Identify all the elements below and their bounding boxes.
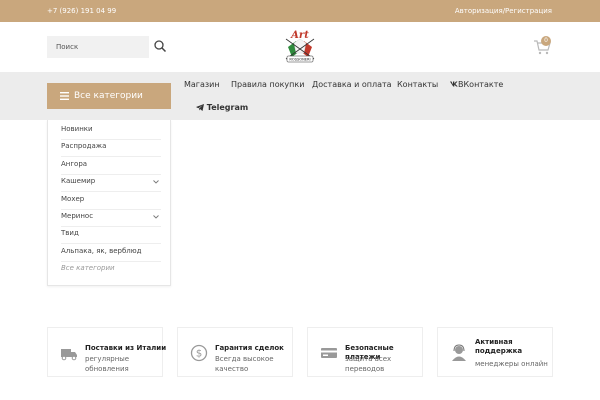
nav-link-delivery[interactable]: Доставка и оплата: [312, 80, 392, 89]
feature-active-support: Активная поддержка менеджеры онлайн: [437, 327, 553, 377]
feature-italy-supply: Поставки из Италии регулярные обновления: [47, 327, 166, 377]
divider: [61, 174, 161, 175]
category-item-new[interactable]: Новинки: [61, 125, 161, 133]
all-categories-label: Все категории: [74, 91, 143, 101]
cart-count-badge: 0: [541, 36, 551, 46]
category-item-merino[interactable]: Меринос: [61, 212, 161, 220]
vk-icon: [450, 81, 458, 87]
chevron-down-icon[interactable]: [153, 180, 159, 184]
category-item-all[interactable]: Все категории: [61, 264, 161, 272]
divider: [61, 226, 161, 227]
category-item-tweed[interactable]: Твид: [61, 229, 161, 237]
site-logo[interactable]: ROSSONERI Art: [278, 27, 322, 69]
category-item-cashmere[interactable]: Кашемир: [61, 177, 161, 185]
feature-title: Активная поддержка: [475, 338, 523, 355]
nav-link-vk[interactable]: ВКонтакте: [450, 80, 503, 89]
feature-subtitle: Всегда высокое качество: [215, 355, 274, 373]
dollar-icon: $: [190, 344, 208, 362]
nav-link-shop[interactable]: Магазин: [184, 80, 220, 89]
feature-title: Поставки из Италии: [85, 344, 167, 352]
logo-sub: ROSSONERI: [289, 58, 310, 62]
top-bar: +7 (926) 191 04 99 Авторизация/Регистрац…: [0, 0, 600, 22]
svg-text:$: $: [196, 349, 202, 360]
menu-icon: [60, 92, 69, 100]
card-icon: [321, 348, 337, 358]
feature-title: Гарантия сделок: [215, 344, 284, 352]
category-item-angora[interactable]: Ангора: [61, 160, 161, 168]
category-item-alpaca[interactable]: Альпака, як, верблюд: [61, 247, 161, 255]
category-list: Новинки Распродажа Ангора Кашемир Мохер …: [47, 120, 171, 286]
header: Поиск ROSSONERI Art 0: [0, 22, 600, 72]
truck-icon: [61, 349, 77, 361]
feature-subtitle: регулярные обновления: [85, 355, 130, 373]
auth-link[interactable]: Авторизация/Регистрация: [455, 7, 552, 15]
category-item-mohair[interactable]: Мохер: [61, 195, 161, 203]
phone-number[interactable]: +7 (926) 191 04 99: [47, 7, 116, 15]
nav-link-telegram[interactable]: Telegram: [196, 103, 248, 112]
support-icon: [452, 344, 466, 361]
logo-text: Art: [290, 30, 309, 41]
feature-deal-guarantee: $ Гарантия сделок Всегда высокое качеств…: [177, 327, 293, 377]
telegram-icon: [196, 104, 204, 111]
nav-link-rules[interactable]: Правила покупки: [231, 80, 304, 89]
main-nav: Все категории Магазин Правила покупки До…: [0, 72, 600, 120]
search-icon[interactable]: [152, 38, 168, 54]
feature-secure-payments: Безопасные платежи защита всех переводов: [307, 327, 423, 377]
telegram-label: Telegram: [206, 103, 249, 112]
feature-subtitle: менеджеры онлайн: [475, 360, 548, 368]
vk-label: ВКонтакте: [458, 80, 504, 89]
divider: [61, 243, 161, 244]
divider: [61, 261, 161, 262]
divider: [61, 209, 161, 210]
all-categories-button[interactable]: Все категории: [47, 83, 171, 109]
nav-link-contacts[interactable]: Контакты: [397, 80, 438, 89]
divider: [61, 156, 161, 157]
divider: [61, 191, 161, 192]
category-item-sale[interactable]: Распродажа: [61, 142, 161, 150]
feature-subtitle: защита всех переводов: [345, 355, 392, 373]
chevron-down-icon[interactable]: [153, 215, 159, 219]
search-input[interactable]: Поиск: [47, 36, 149, 58]
divider: [61, 139, 161, 140]
search-placeholder: Поиск: [56, 43, 79, 51]
